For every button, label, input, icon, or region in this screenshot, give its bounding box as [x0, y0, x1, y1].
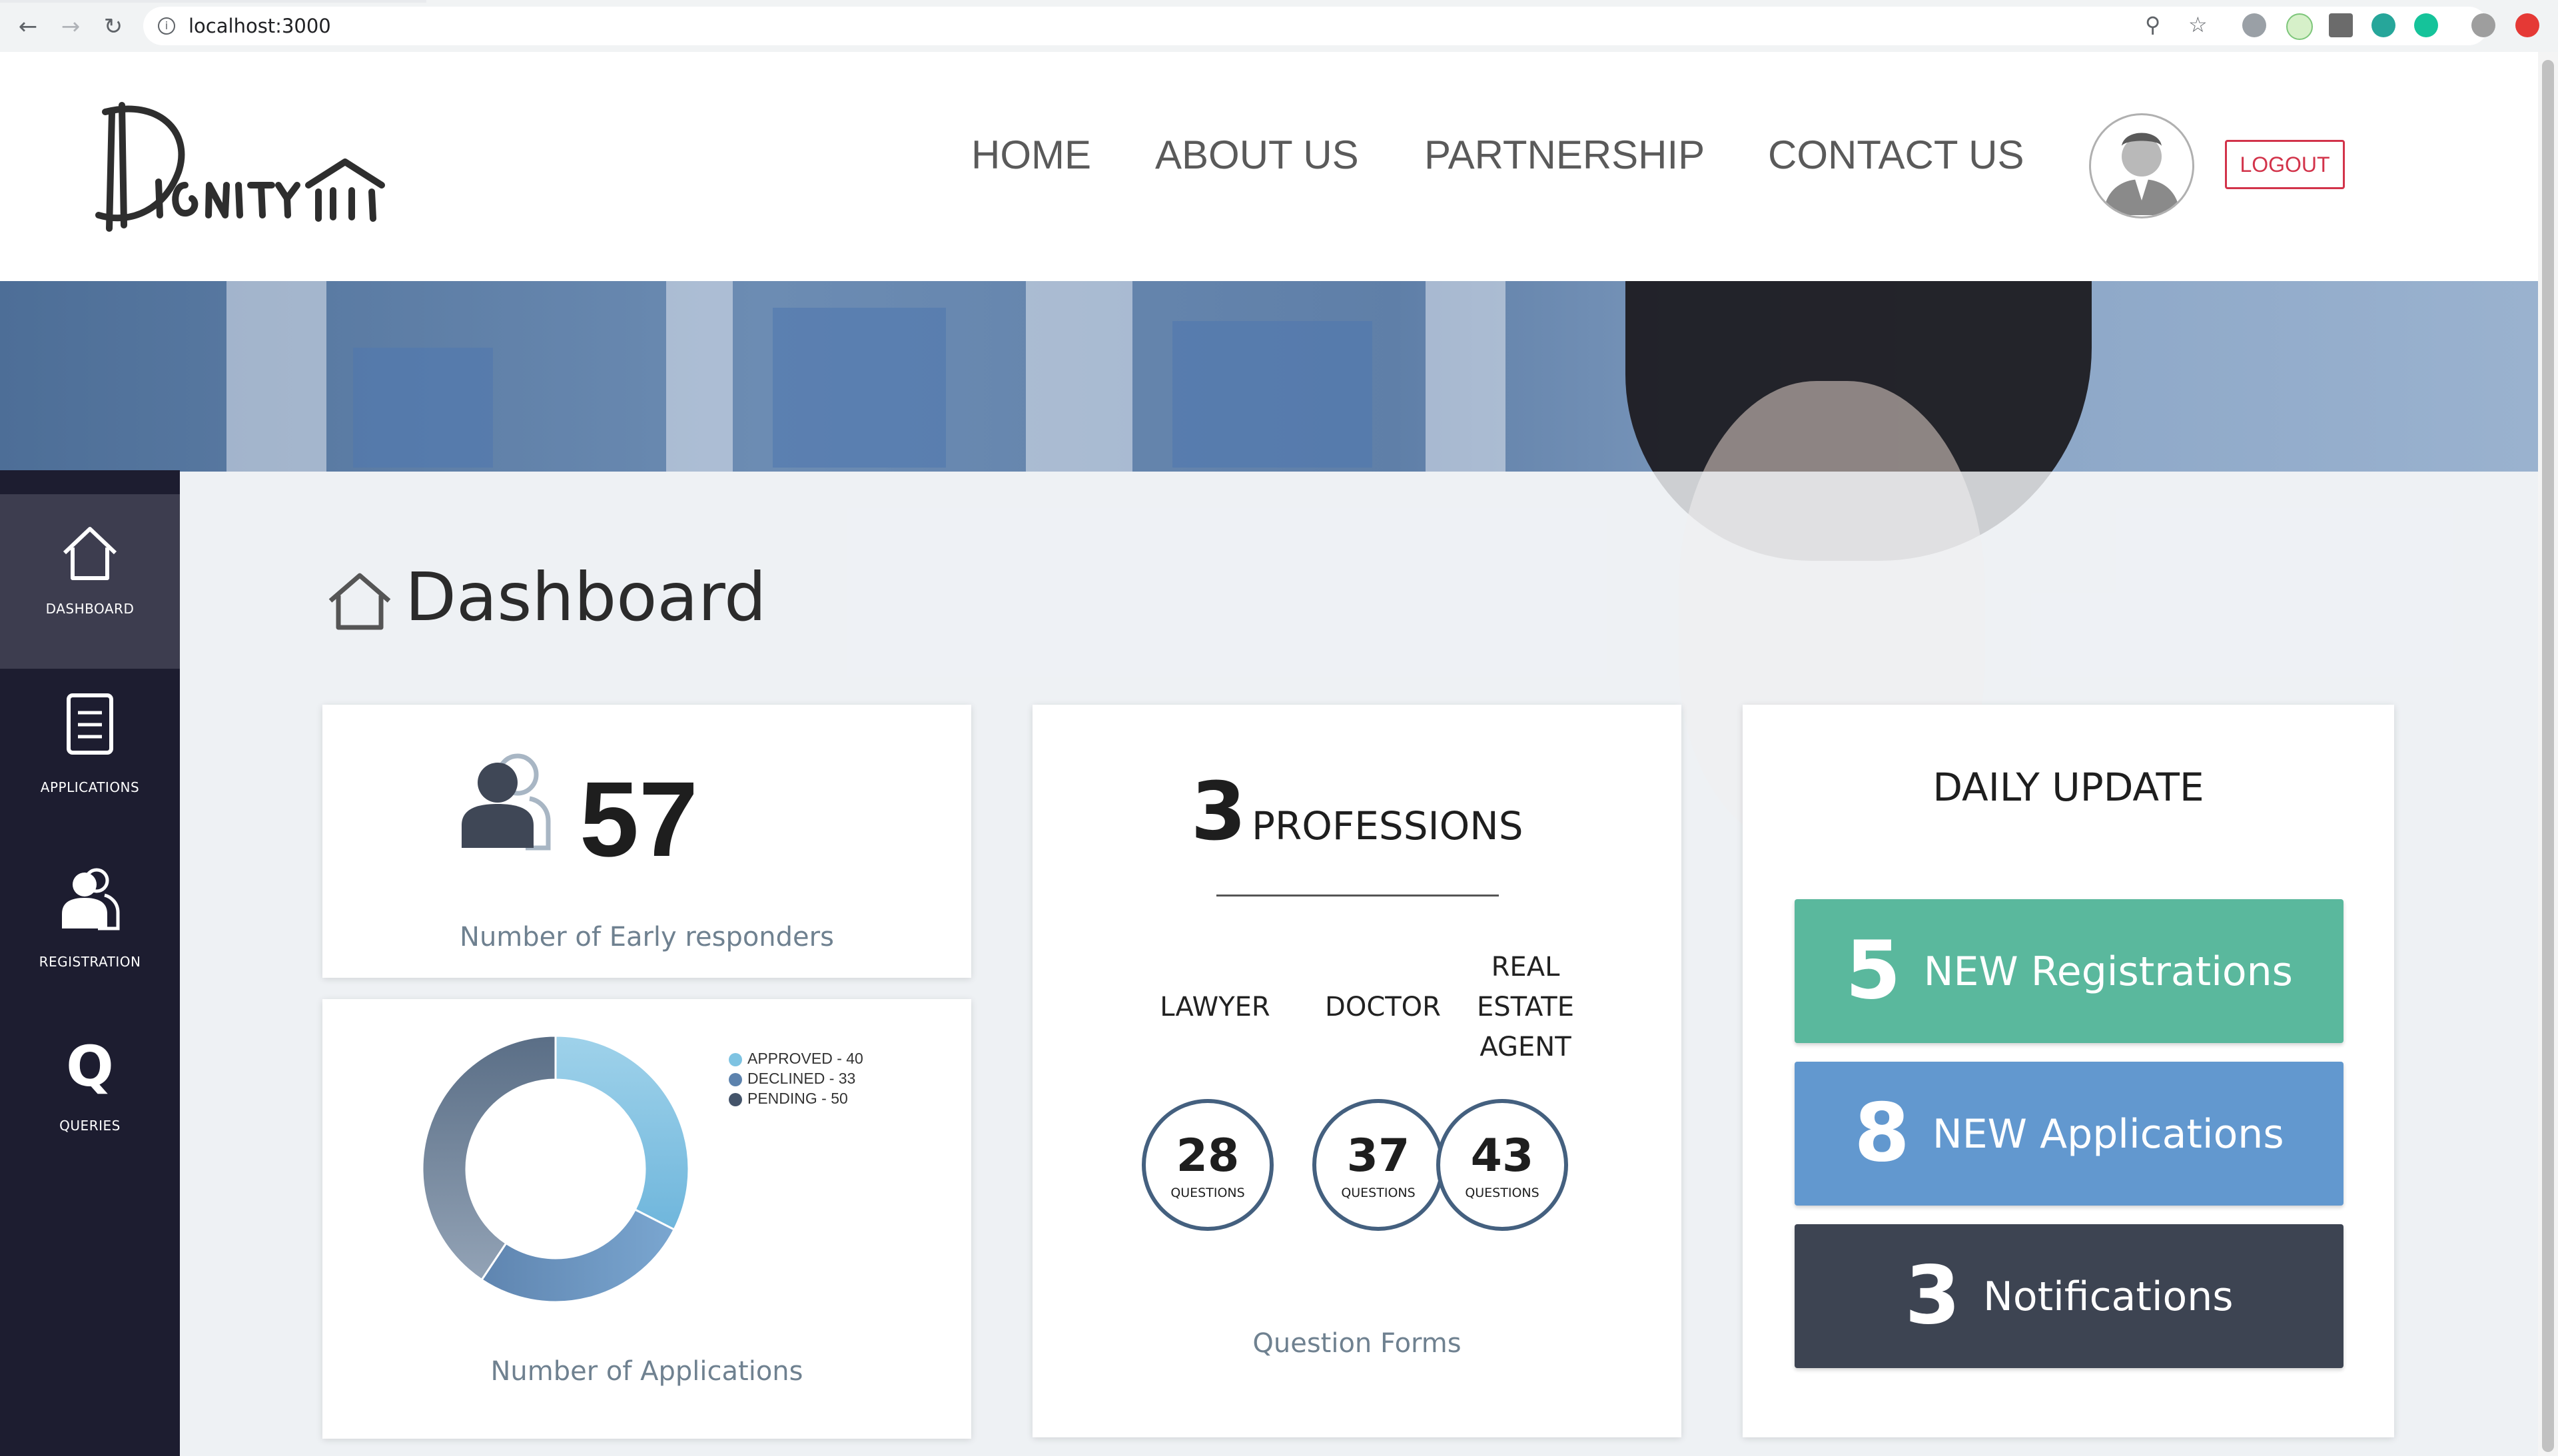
- applications-chart-card: APPROVED - 40 DECLINED - 33 PENDING - 50…: [322, 999, 971, 1439]
- home-icon: [328, 573, 391, 630]
- question-label: QUESTIONS: [1170, 1186, 1245, 1200]
- extension-bug-icon[interactable]: [2242, 13, 2266, 37]
- address-bar[interactable]: i localhost:3000 ⚲ ☆: [143, 7, 2488, 45]
- questions-badge-doctor[interactable]: 37 QUESTIONS: [1312, 1099, 1444, 1231]
- legend-item-pending: PENDING - 50: [729, 1090, 863, 1110]
- profession-real-estate-agent: REAL ESTATE AGENT: [1477, 952, 1574, 1062]
- key-icon[interactable]: ⚲: [2145, 12, 2160, 37]
- legend-dot: [729, 1052, 742, 1066]
- question-label: QUESTIONS: [1465, 1186, 1539, 1200]
- page-title: Dashboard: [405, 558, 767, 636]
- divider: [1216, 895, 1499, 897]
- profile-icon[interactable]: [2471, 13, 2495, 37]
- site-header: HOME ABOUT US PARTNERSHIP CONTACT US LOG…: [0, 52, 2538, 281]
- legend-item-declined: DECLINED - 33: [729, 1070, 863, 1090]
- responders-count: 57: [580, 759, 698, 879]
- sidebar-item-dashboard[interactable]: DASHBOARD: [0, 494, 180, 669]
- question-count: 37: [1346, 1130, 1410, 1182]
- sidebar-item-registration[interactable]: REGISTRATION: [0, 843, 180, 1018]
- professions-label: PROFESSIONS: [1251, 803, 1523, 849]
- info-icon[interactable]: i: [158, 17, 175, 35]
- legend-label: APPROVED - 40: [747, 1050, 863, 1067]
- applications-caption: Number of Applications: [490, 1356, 803, 1387]
- users-icon: [62, 868, 120, 930]
- nav-partnership[interactable]: PARTNERSHIP: [1424, 132, 1705, 178]
- notifications-label: Notifications: [1982, 1273, 2234, 1320]
- question-label: QUESTIONS: [1341, 1186, 1416, 1200]
- url-text: localhost:3000: [189, 15, 331, 37]
- chart-legend: APPROVED - 40 DECLINED - 33 PENDING - 50: [729, 1050, 863, 1110]
- avatar[interactable]: [2089, 113, 2194, 218]
- legend-label: DECLINED - 33: [747, 1070, 856, 1087]
- back-icon[interactable]: ←: [13, 12, 43, 41]
- q-icon: Q: [66, 1034, 113, 1098]
- legend-dot: [729, 1092, 742, 1106]
- notifications-tile[interactable]: 3 Notifications: [1795, 1224, 2344, 1368]
- applications-count: 8: [1854, 1087, 1910, 1180]
- extension-grid-icon[interactable]: [2329, 13, 2353, 37]
- daily-update-title: DAILY UPDATE: [1932, 765, 2204, 810]
- document-icon: [67, 693, 113, 755]
- sidebar-item-label: REGISTRATION: [39, 954, 141, 970]
- donut-slice-approved: [554, 1034, 690, 1232]
- professions-count: 3: [1190, 766, 1246, 859]
- sidebar-item-queries[interactable]: Q QUERIES: [0, 1018, 180, 1192]
- applications-label: NEW Applications: [1932, 1110, 2284, 1158]
- notifications-count: 3: [1905, 1250, 1960, 1343]
- question-count: 43: [1470, 1130, 1534, 1182]
- home-icon: [63, 527, 117, 580]
- svg-text:Q: Q: [66, 1034, 113, 1098]
- dignity-logo[interactable]: [85, 92, 398, 252]
- browser-toolbar: ← → ↻ i localhost:3000 ⚲ ☆: [0, 0, 2558, 53]
- page-scrollbar[interactable]: [2538, 52, 2558, 1456]
- professions-card: 3 PROFESSIONS LAWYER DOCTOR REAL ESTATE A…: [1033, 705, 1681, 1437]
- logout-button[interactable]: LOGOUT: [2225, 140, 2345, 189]
- forward-icon[interactable]: →: [56, 12, 85, 41]
- applications-donut-chart: [421, 1034, 690, 1303]
- questions-badge-real-estate-agent[interactable]: 43 QUESTIONS: [1436, 1099, 1568, 1231]
- question-count: 28: [1176, 1130, 1240, 1182]
- sidebar-item-label: DASHBOARD: [45, 601, 135, 617]
- sidebar-item-label: APPLICATIONS: [40, 779, 140, 795]
- extension-red-icon[interactable]: [2515, 13, 2539, 37]
- daily-update-card: DAILY UPDATE 5 NEW Registrations 8 NEW App…: [1743, 705, 2394, 1437]
- registrations-label: NEW Registrations: [1923, 948, 2293, 995]
- profession-doctor: DOCTOR: [1325, 992, 1441, 1022]
- grammarly-icon[interactable]: [2414, 13, 2438, 37]
- early-responders-card: 57 Number of Early responders: [322, 705, 971, 978]
- registrations-count: 5: [1845, 924, 1901, 1018]
- question-forms-caption: Question Forms: [1252, 1328, 1462, 1359]
- professions-heading: 3 PROFESSIONS: [1033, 766, 1681, 859]
- responders-caption: Number of Early responders: [460, 922, 834, 952]
- tab-strip: [0, 0, 426, 3]
- sidebar: DASHBOARD APPLICATIONS REGISTRATION Q QU…: [0, 470, 180, 1456]
- nav-home[interactable]: HOME: [971, 132, 1091, 178]
- users-icon: [462, 753, 551, 851]
- legend-item-approved: APPROVED - 40: [729, 1050, 863, 1070]
- profession-lawyer: LAWYER: [1160, 992, 1270, 1022]
- scrollbar-thumb[interactable]: [2542, 60, 2554, 1452]
- bookmark-star-icon[interactable]: ☆: [2188, 12, 2208, 37]
- donut-slice-declined: [480, 1208, 676, 1303]
- donut-slice-pending: [421, 1034, 557, 1281]
- new-applications-tile[interactable]: 8 NEW Applications: [1795, 1062, 2344, 1206]
- legend-label: PENDING - 50: [747, 1090, 848, 1107]
- sidebar-item-applications[interactable]: APPLICATIONS: [0, 669, 180, 843]
- sidebar-item-label: QUERIES: [59, 1118, 121, 1134]
- reload-icon[interactable]: ↻: [99, 12, 128, 41]
- extension-teal-icon[interactable]: [2371, 13, 2395, 37]
- nav-about-us[interactable]: ABOUT US: [1155, 132, 1359, 178]
- hero-photo-band: [0, 281, 2538, 472]
- extension-clock-icon[interactable]: [2286, 13, 2313, 40]
- user-silhouette-icon: [2103, 133, 2180, 215]
- questions-badge-lawyer[interactable]: 28 QUESTIONS: [1142, 1099, 1274, 1231]
- new-registrations-tile[interactable]: 5 NEW Registrations: [1795, 899, 2344, 1043]
- legend-dot: [729, 1072, 742, 1086]
- nav-contact-us[interactable]: CONTACT US: [1768, 132, 2024, 178]
